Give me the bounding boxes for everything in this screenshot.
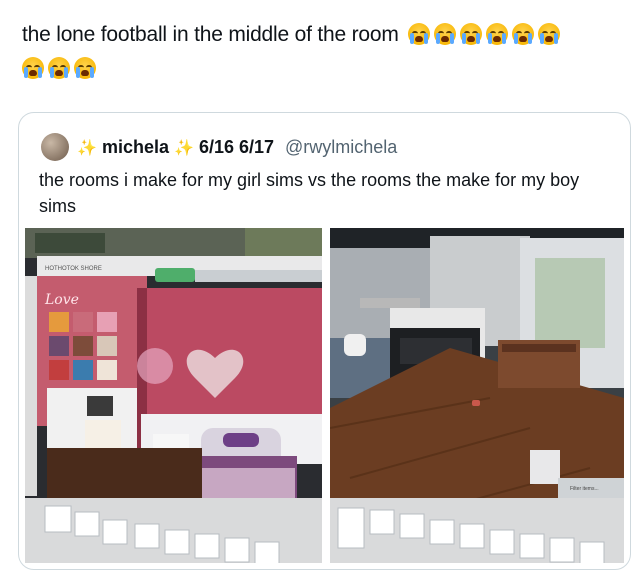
sparkles-icon: ✨ (174, 140, 194, 157)
boy-room-screenshot: Filter items... (330, 228, 624, 563)
loudly-crying-face-icon (512, 23, 535, 45)
quoted-author-line: ✨ michela ✨ 6/16 6/17 @rwylmichela (77, 135, 397, 161)
girl-room-screenshot: HOTHOTOK SHORE Love (25, 228, 322, 563)
girl-room-image[interactable]: HOTHOTOK SHORE Love (25, 228, 322, 563)
author-dates: 6/16 6/17 (198, 137, 275, 157)
loudly-crying-face-icon (408, 23, 431, 45)
quoted-post-card[interactable]: ✨ michela ✨ 6/16 6/17 @rwylmichela the r… (18, 112, 631, 570)
loudly-crying-face-icon (460, 23, 483, 45)
loudly-crying-face-icon (538, 23, 561, 45)
loudly-crying-face-icon (22, 57, 44, 79)
loudly-crying-face-icon (486, 23, 509, 45)
loudly-crying-face-icon (74, 57, 96, 79)
sign-text: HOTHOTOK SHORE (45, 266, 102, 272)
avatar[interactable] (41, 133, 69, 161)
wall-script-text: Love (44, 292, 79, 308)
loudly-crying-face-icon (48, 57, 70, 79)
loudly-crying-face-icon (434, 23, 457, 45)
post-body: the lone football in the middle of the r… (22, 23, 399, 46)
author-handle[interactable]: @rwylmichela (285, 137, 397, 157)
filter-label: Filter items... (570, 486, 599, 492)
quoted-post-text: the rooms i make for my girl sims vs the… (39, 170, 580, 216)
sparkles-icon: ✨ (77, 140, 97, 157)
boy-room-image[interactable]: Filter items... (330, 228, 624, 563)
post-text: the lone football in the middle of the r… (22, 18, 632, 86)
author-name[interactable]: michela (102, 137, 169, 157)
